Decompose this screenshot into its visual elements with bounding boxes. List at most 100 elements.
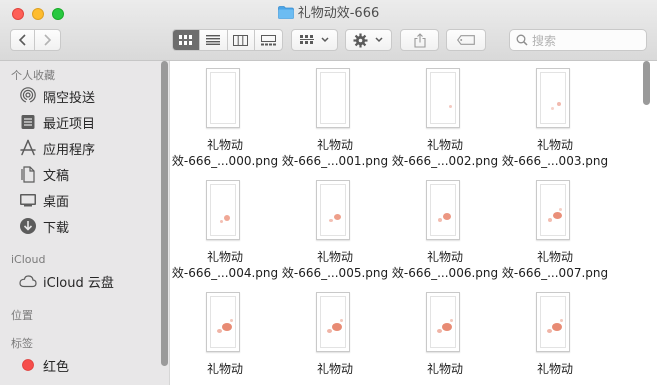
column-view-button[interactable] [228,30,255,50]
chevron-down-icon [375,37,383,43]
sidebar-item-label: 隔空投送 [43,90,96,106]
file-thumbnail [426,292,460,352]
file-name-line2: 效-666_...001.png [281,154,389,168]
chevron-down-icon [320,37,329,43]
gear-icon [353,33,368,47]
file-name-line2: 效-666_...000.png [171,154,279,168]
file-item[interactable]: 礼物动 效-666_...006.png [390,173,500,283]
file-name-line2: 效-666_...006.png [391,266,499,280]
search-icon [516,34,528,46]
file-thumbnail [536,68,570,128]
file-name-line1: 礼物动 [536,138,573,152]
file-item[interactable]: 礼物动 效-666_...007.png [500,173,610,283]
sidebar-heading-icloud: iCloud [11,253,46,266]
action-button[interactable] [345,29,392,51]
file-name-line2: 效-666_...002.png [391,154,499,168]
finder-window: 礼物动效-666 搜索 个人收藏 隔空投送 最近项目 应用程序 文稿 桌面 下载… [0,0,657,385]
search-placeholder: 搜索 [532,33,557,48]
sidebar-item-recents[interactable]: 最近项目 [19,112,95,132]
window-title: 礼物动效-666 [297,6,380,21]
file-thumbnail [316,180,350,240]
column-view-icon [233,34,249,46]
sidebar-scrollbar[interactable] [161,61,168,385]
sidebar-item-documents[interactable]: 文稿 [19,164,69,184]
file-name-line1: 礼物动 [426,138,463,152]
file-thumbnail [206,68,240,128]
file-name-line1: 礼物动 [426,250,463,264]
file-name-line1: 礼物动 [316,250,353,264]
icon-view-icon [179,35,193,45]
sidebar-item-label: 桌面 [43,194,70,210]
file-thumbnail [536,180,570,240]
recents-icon [19,113,37,131]
file-thumbnail [206,292,240,352]
folder-icon [277,6,294,25]
file-item[interactable]: 礼物动 [170,285,280,385]
chevron-right-icon [43,31,52,50]
sidebar-item-airdrop[interactable]: 隔空投送 [19,86,95,106]
airdrop-icon [19,87,37,105]
file-thumbnail [316,68,350,128]
downloads-icon [19,217,37,235]
file-thumbnail [426,180,460,240]
file-name-line1: 礼物动 [206,362,243,376]
file-item[interactable]: 礼物动 效-666_...004.png [170,173,280,283]
sidebar-heading-tags: 标签 [11,337,33,350]
file-name-line1: 礼物动 [536,250,573,264]
gallery-view-button[interactable] [255,30,282,50]
gallery-view-icon [260,34,276,45]
sidebar-item-icloud-drive[interactable]: iCloud 云盘 [19,271,114,291]
file-item[interactable]: 礼物动 效-666_...000.png [170,61,280,171]
window-title-bar: 礼物动效-666 [0,5,657,23]
file-name-line1: 礼物动 [206,138,243,152]
sidebar-item-applications[interactable]: 应用程序 [19,138,95,158]
list-view-button[interactable] [200,30,228,50]
file-name-line1: 礼物动 [316,362,353,376]
documents-icon [19,165,37,183]
applications-icon [19,139,37,157]
sidebar-heading-locations: 位置 [11,309,33,322]
file-item[interactable]: 礼物动 [280,285,390,385]
share-icon [413,32,426,48]
sidebar-item-label: iCloud 云盘 [43,275,114,291]
list-view-icon [206,35,221,45]
sidebar-item-tag-red[interactable]: 红色 [19,355,69,375]
icon-view-button[interactable] [173,30,201,50]
sidebar-item-label: 红色 [43,359,70,375]
file-name-line1: 礼物动 [426,362,463,376]
file-thumbnail [426,68,460,128]
sidebar-item-label: 下载 [43,220,70,236]
back-button[interactable] [10,29,35,51]
sidebar-item-desktop[interactable]: 桌面 [19,190,69,210]
file-item[interactable]: 礼物动 效-666_...002.png [390,61,500,171]
file-grid: 礼物动 效-666_...000.png 礼物动 效-666_...001.pn… [170,61,657,385]
sidebar-item-downloads[interactable]: 下载 [19,216,69,236]
content-scrollbar-thumb[interactable] [643,61,650,105]
view-mode-selector[interactable] [172,29,283,51]
group-by-button[interactable] [291,29,338,51]
sidebar-scrollbar-thumb[interactable] [161,61,168,366]
file-name-line2: 效-666_...004.png [171,266,279,280]
cloud-icon [19,272,37,290]
edit-tags-button[interactable] [446,29,486,51]
chevron-left-icon [18,31,27,50]
search-field[interactable]: 搜索 [509,29,647,51]
sidebar-item-label: 最近项目 [43,116,96,132]
file-item[interactable]: 礼物动 效-666_...005.png [280,173,390,283]
sidebar-item-label: 文稿 [43,168,70,184]
group-icon [299,35,314,44]
file-thumbnail [206,180,240,240]
file-item[interactable]: 礼物动 效-666_...001.png [280,61,390,171]
file-item[interactable]: 礼物动 [500,285,610,385]
file-item[interactable]: 礼物动 效-666_...003.png [500,61,610,171]
sidebar-item-label: 应用程序 [43,142,96,158]
file-name-line1: 礼物动 [206,250,243,264]
sidebar: 个人收藏 隔空投送 最近项目 应用程序 文稿 桌面 下载 iCloud iClo… [0,61,170,385]
share-button[interactable] [400,29,439,51]
file-name-line1: 礼物动 [316,138,353,152]
red-tag-icon [19,356,37,374]
forward-button[interactable] [35,29,61,51]
file-name-line2: 效-666_...003.png [501,154,609,168]
sidebar-heading-favorites: 个人收藏 [11,69,55,82]
file-item[interactable]: 礼物动 [390,285,500,385]
